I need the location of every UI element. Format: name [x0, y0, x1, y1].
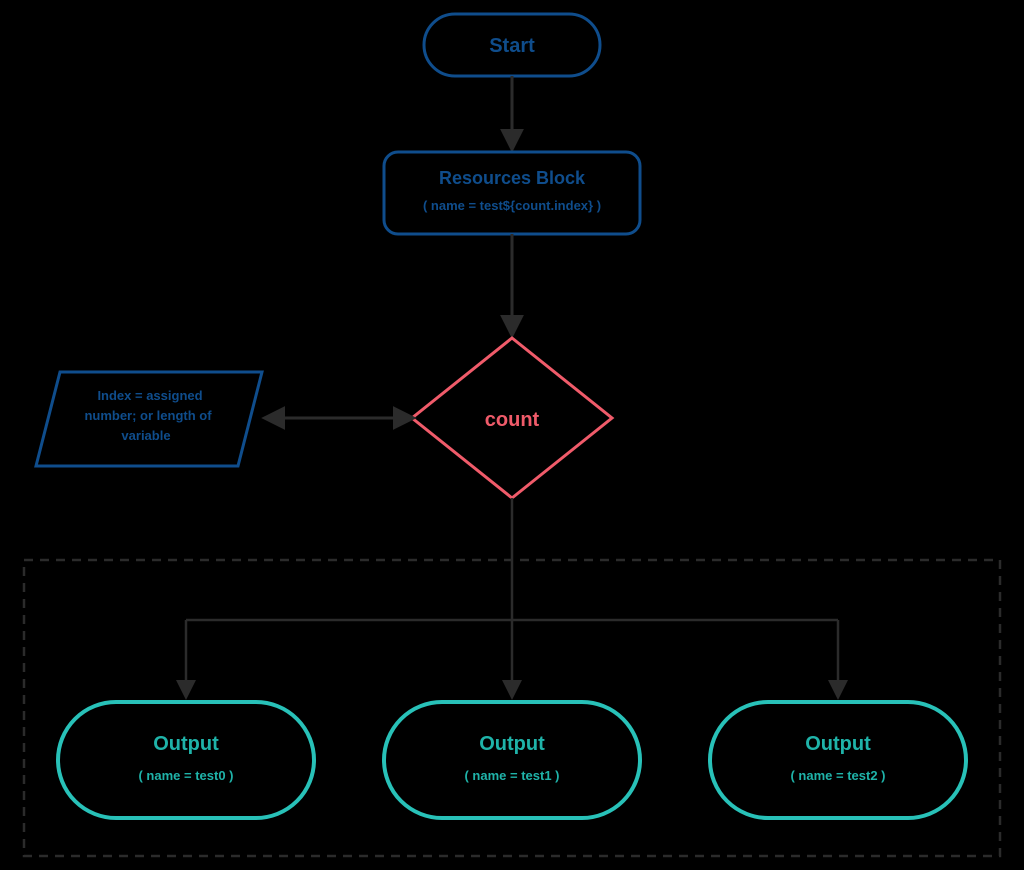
- note-line2: number; or length of: [84, 408, 212, 423]
- output-node-1: Output ( name = test1 ): [384, 702, 640, 818]
- split-connector: [186, 498, 838, 696]
- output-node-0: Output ( name = test0 ): [58, 702, 314, 818]
- output-title-0: Output: [153, 733, 219, 755]
- output-sub-2: ( name = test2 ): [790, 768, 885, 783]
- output-sub-1: ( name = test1 ): [464, 768, 559, 783]
- output-title-1: Output: [479, 733, 545, 755]
- decision-node: count: [412, 338, 612, 498]
- note-line3: variable: [121, 428, 170, 443]
- resources-title: Resources Block: [439, 168, 586, 188]
- resources-block-node: Resources Block ( name = test${count.ind…: [384, 152, 640, 234]
- note-line1: Index = assigned: [97, 388, 202, 403]
- resources-sub: ( name = test${count.index} ): [423, 198, 601, 213]
- note-node: Index = assigned number; or length of va…: [36, 372, 262, 466]
- output-node-2: Output ( name = test2 ): [710, 702, 966, 818]
- flowchart-canvas: Start Resources Block ( name = test${cou…: [0, 0, 1024, 870]
- start-node: Start: [424, 14, 600, 76]
- output-sub-0: ( name = test0 ): [138, 768, 233, 783]
- output-title-2: Output: [805, 733, 871, 755]
- start-label: Start: [489, 35, 535, 57]
- decision-label: count: [485, 409, 540, 431]
